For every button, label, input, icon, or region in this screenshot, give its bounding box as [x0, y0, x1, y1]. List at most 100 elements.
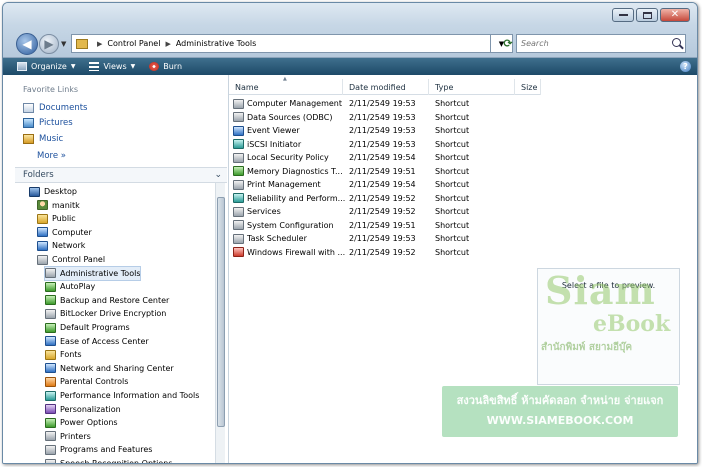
search-box[interactable]: Search [516, 34, 686, 53]
file-name: Event Viewer [247, 126, 300, 135]
tree-item-programs-and-features[interactable]: Programs and Features [45, 443, 152, 456]
folders-header[interactable]: Folders ⌄ [15, 167, 227, 183]
caption-buttons: ✕ [612, 8, 690, 22]
file-type: Shortcut [435, 112, 470, 122]
file-row[interactable]: Memory Diagnostics T... 2/11/2549 19:51 Sh… [233, 165, 537, 178]
file-date-modified: 2/11/2549 19:53 [349, 234, 416, 243]
tree-item-fonts[interactable]: Fonts [45, 348, 82, 361]
backup-icon [45, 295, 56, 306]
documents-icon [23, 103, 34, 113]
column-header-name[interactable]: Name ▲ [229, 76, 343, 95]
music-icon [23, 134, 34, 144]
refresh-button[interactable]: ⟳ [499, 36, 517, 51]
close-button[interactable]: ✕ [660, 8, 690, 22]
file-row[interactable]: System Configuration 2/11/2549 19:51 Short… [233, 219, 537, 232]
file-name: Windows Firewall with ... [247, 247, 346, 257]
tree-item-desktop[interactable]: Desktop [29, 185, 77, 198]
tree-item-computer[interactable]: Computer [37, 226, 92, 239]
sort-ascending-icon: ▲ [283, 76, 287, 82]
burn-button[interactable]: Burn [149, 62, 182, 71]
search-input[interactable]: Search [521, 39, 549, 48]
views-label: Views [103, 62, 127, 71]
file-row[interactable]: Windows Firewall with ... 2/11/2549 19:52… [233, 246, 537, 259]
more-links-button[interactable]: More » [37, 151, 66, 161]
recent-pages-dropdown[interactable]: ▼ [61, 40, 66, 48]
tree-item-autoplay[interactable]: AutoPlay [45, 280, 95, 293]
file-row[interactable]: iSCSI Initiator 2/11/2549 19:53 Shortcut [233, 138, 537, 151]
column-header-row: Name ▲ Date modified Type Size [229, 76, 541, 95]
tree-item-label: Control Panel [52, 255, 106, 264]
file-name-cell: iSCSI Initiator [233, 139, 347, 149]
column-header-date-modified[interactable]: Date modified [343, 79, 429, 95]
tree-item-power-options[interactable]: Power Options [45, 416, 118, 429]
tree-item-printers[interactable]: Printers [45, 430, 91, 443]
favorite-link-pictures[interactable]: Pictures [23, 118, 73, 128]
tree-item-parental-controls[interactable]: Parental Controls [45, 375, 128, 388]
tree-item-label: Programs and Features [60, 445, 153, 455]
file-row[interactable]: Data Sources (ODBC) 2/11/2549 19:53 Shortc… [233, 111, 537, 124]
tree-item-performance-information-and-tools[interactable]: Performance Information and Tools [45, 389, 199, 402]
maximize-button[interactable] [636, 8, 658, 22]
breadcrumb-control-panel[interactable]: Control Panel [107, 39, 160, 48]
tree-item-public[interactable]: Public [37, 212, 76, 225]
file-row[interactable]: Local Security Policy 2/11/2549 19:54 Shor… [233, 151, 537, 164]
minimize-button[interactable] [612, 8, 634, 22]
file-name-cell: Computer Management [233, 98, 347, 109]
pictures-icon [23, 118, 34, 128]
tree-item-network[interactable]: Network [37, 239, 85, 252]
tree-item-label: Public [52, 214, 76, 224]
breadcrumb-separator-icon[interactable]: ▶ [97, 40, 102, 48]
organize-button[interactable]: Organize ▼ [17, 62, 75, 71]
folder-tree-scrollbar[interactable] [215, 183, 225, 463]
file-date-modified: 2/11/2549 19:52 [349, 247, 416, 257]
file-name: Memory Diagnostics T... [247, 166, 343, 176]
tree-item-administrative-tools[interactable]: Administrative Tools [43, 265, 142, 281]
tree-item-speech-recognition-options[interactable]: Speech Recognition Options [45, 457, 173, 463]
shortcut-icon [233, 139, 244, 149]
file-date-modified: 2/11/2549 19:54 [349, 153, 416, 162]
file-date-modified: 2/11/2549 19:53 [349, 139, 416, 149]
file-row[interactable]: Reliability and Perform... 2/11/2549 19:5… [233, 192, 537, 205]
tree-item-label: Ease of Access Center [60, 336, 149, 346]
close-icon: ✕ [670, 9, 680, 20]
search-icon[interactable] [672, 38, 681, 47]
favorite-link-music[interactable]: Music [23, 134, 63, 144]
chevron-down-icon: ▼ [70, 63, 76, 70]
views-button[interactable]: Views ▼ [89, 62, 135, 71]
scrollbar-thumb[interactable] [217, 197, 225, 427]
file-name: Services [247, 207, 281, 216]
file-row[interactable]: Print Management 2/11/2549 19:54 Shortcut [233, 178, 537, 191]
forward-button[interactable]: ▶ [39, 34, 59, 54]
shortcut-icon [233, 220, 244, 230]
column-header-size[interactable]: Size [515, 79, 541, 95]
tree-item-label: AutoPlay [60, 282, 96, 292]
tree-item-ease-of-access-center[interactable]: Ease of Access Center [45, 335, 149, 348]
column-header-type[interactable]: Type [429, 79, 515, 95]
tree-item-network-and-sharing-center[interactable]: Network and Sharing Center [45, 362, 174, 375]
tree-item-default-programs[interactable]: Default Programs [45, 321, 130, 334]
programs-icon [45, 444, 56, 455]
favorite-link-documents[interactable]: Documents [23, 103, 87, 113]
back-button[interactable]: ◀ [16, 33, 38, 55]
breadcrumb-separator-icon[interactable]: ▶ [165, 40, 170, 48]
tree-item-bitlocker-drive-encryption[interactable]: BitLocker Drive Encryption [45, 307, 166, 320]
tree-item-control-panel[interactable]: Control Panel [37, 253, 105, 266]
tree-item-backup-and-restore-center[interactable]: Backup and Restore Center [45, 294, 169, 307]
shortcut-icon [233, 98, 244, 109]
tree-item-label: Parental Controls [60, 377, 129, 387]
tree-item-label: Network [52, 241, 86, 251]
admin-tools-icon [45, 268, 56, 279]
chevron-down-icon: ⌄ [214, 170, 222, 180]
favorite-link-label: Documents [39, 103, 88, 113]
file-row[interactable]: Task Scheduler 2/11/2549 19:53 Shortcut [233, 232, 537, 245]
file-row[interactable]: Computer Management 2/11/2549 19:53 Shortc… [233, 97, 537, 110]
file-type: Shortcut [435, 126, 470, 135]
tree-item-manitk[interactable]: manitk [37, 199, 80, 212]
address-bar[interactable]: ▶ Control Panel ▶ Administrative Tools [71, 34, 491, 53]
file-row[interactable]: Event Viewer 2/11/2549 19:53 Shortcut [233, 124, 537, 137]
help-button[interactable]: ? [680, 61, 691, 72]
breadcrumb-administrative-tools[interactable]: Administrative Tools [176, 39, 256, 48]
organize-label: Organize [31, 62, 67, 71]
tree-item-personalization[interactable]: Personalization [45, 403, 121, 416]
file-row[interactable]: Services 2/11/2549 19:52 Shortcut [233, 205, 537, 218]
